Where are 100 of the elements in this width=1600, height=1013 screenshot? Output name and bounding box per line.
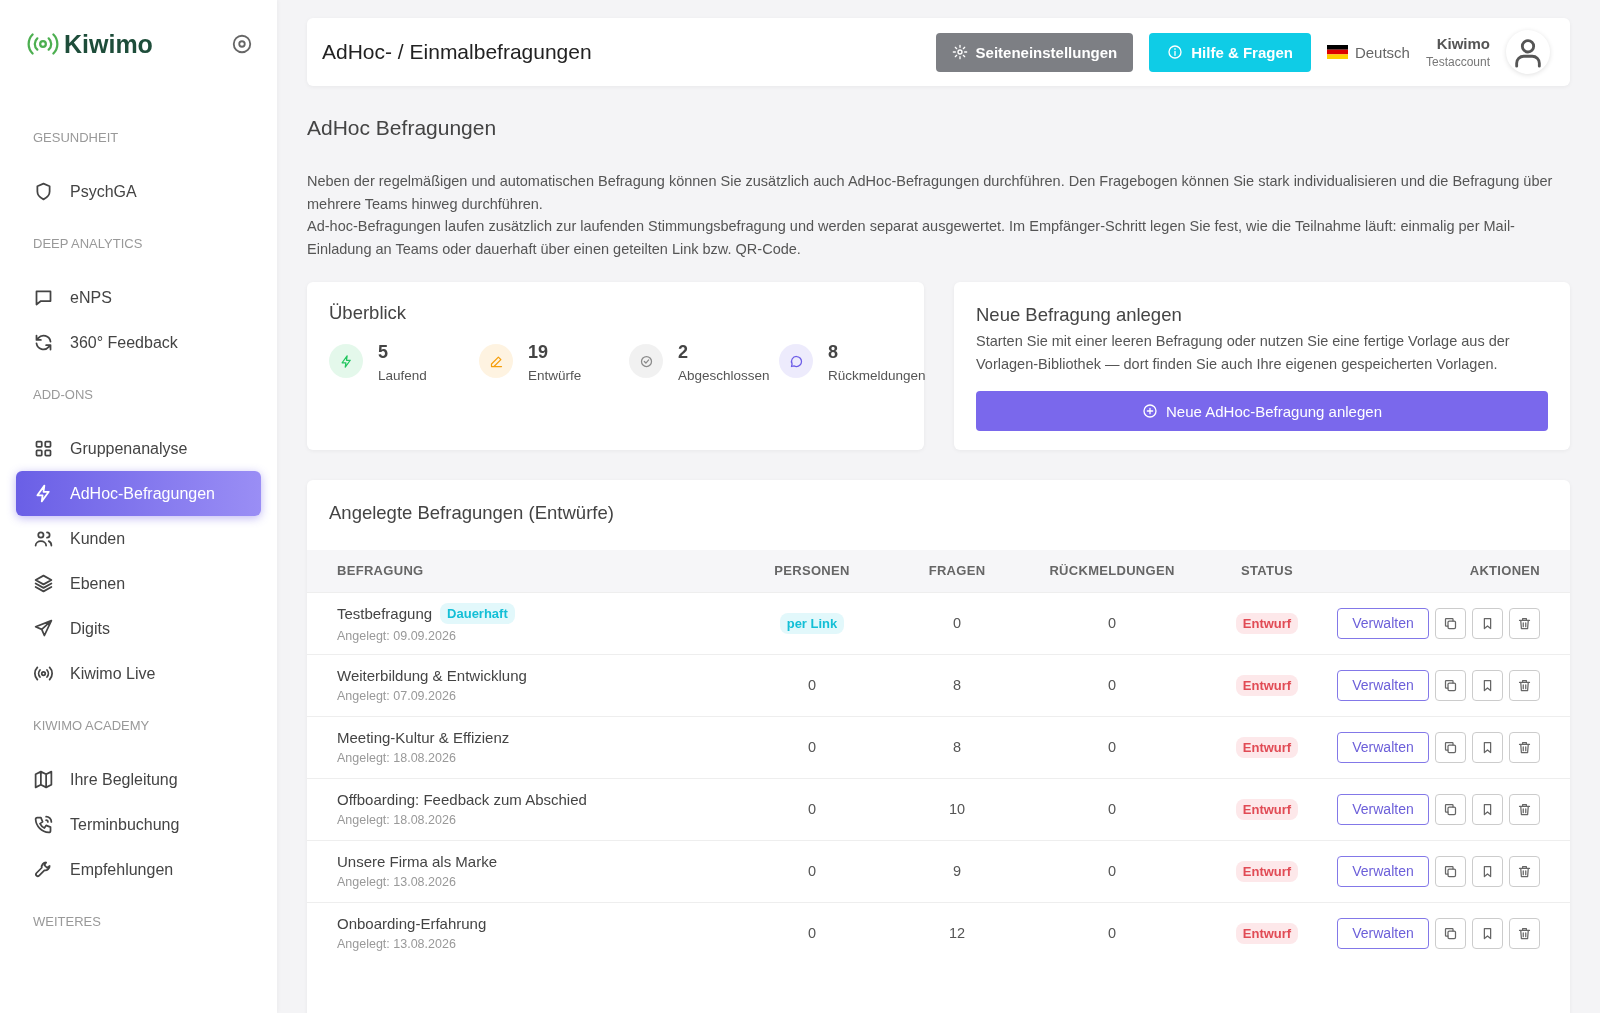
card-title: Neue Befragung anlegen <box>976 304 1183 326</box>
copy-button[interactable] <box>1435 731 1466 763</box>
copy-button[interactable] <box>1435 855 1466 887</box>
nav-item[interactable]: Ihre Begleitung <box>16 757 261 802</box>
section-title: AdHoc Befragungen <box>307 116 498 140</box>
table-cell: 8 <box>952 677 962 693</box>
bookmark-button[interactable] <box>1472 917 1503 949</box>
bookmark-button[interactable] <box>1472 731 1503 763</box>
manage-button[interactable]: Verwalten <box>1337 731 1429 763</box>
nav-item[interactable]: 360° Feedback <box>16 320 261 365</box>
trash-button[interactable] <box>1509 855 1540 887</box>
created-date: Angelegt: 13.08.2026 <box>337 937 457 952</box>
nav-item[interactable]: eNPS <box>16 275 261 320</box>
survey-name[interactable]: Unsere Firma als Marke <box>337 853 498 870</box>
trash-icon <box>1517 677 1532 693</box>
trash-button[interactable] <box>1509 793 1540 825</box>
map-icon <box>33 769 54 790</box>
table-cell: 0 <box>807 925 817 942</box>
table-cell: 0 <box>807 863 817 879</box>
table-cell: 9 <box>952 863 962 879</box>
stat-value: 2 <box>678 342 689 363</box>
section-heading: KIWIMO ACADEMY <box>32 718 151 733</box>
created-date: Angelegt: 18.08.2026 <box>337 813 457 827</box>
copy-icon <box>1443 863 1458 879</box>
nav-item[interactable]: Kiwimo Live <box>16 651 261 696</box>
column-header: PERSONEN <box>727 550 897 592</box>
manage-button[interactable]: Verwalten <box>1337 855 1429 887</box>
trash-button[interactable] <box>1509 917 1540 949</box>
logo: Kiwimo <box>26 29 153 59</box>
create-survey-button[interactable]: Neue AdHoc-Befragung anlegen <box>976 391 1548 431</box>
tag: Dauerhaft <box>440 603 515 624</box>
table-cell: 10 <box>948 801 966 817</box>
table-cell: 0 <box>1107 615 1117 631</box>
table-cell: 0 <box>807 739 817 755</box>
trash-icon <box>1517 801 1532 817</box>
nav-item[interactable]: Ebenen <box>16 561 261 606</box>
account-name: Testaccount <box>1425 55 1490 69</box>
copy-button[interactable] <box>1435 607 1466 639</box>
bookmark-button[interactable] <box>1472 855 1503 887</box>
nav-item[interactable]: Empfehlungen <box>16 847 261 892</box>
table-cell: 0 <box>1107 739 1117 755</box>
bookmark-button[interactable] <box>1472 793 1503 825</box>
table-cell: 0 <box>807 801 817 817</box>
nav-item[interactable]: Digits <box>16 606 261 651</box>
table-cell: 12 <box>948 925 966 942</box>
trash-button[interactable] <box>1509 731 1540 763</box>
created-date: Angelegt: 18.08.2026 <box>337 751 457 765</box>
stat-value: 19 <box>528 342 550 363</box>
survey-name[interactable]: Testbefragung <box>337 605 433 622</box>
created-date: Angelegt: 13.08.2026 <box>337 875 457 889</box>
manage-button[interactable]: Verwalten <box>1337 917 1429 949</box>
copy-icon <box>1443 615 1458 631</box>
stat-label: Entwürfe <box>528 368 582 383</box>
bookmark-button[interactable] <box>1472 607 1503 639</box>
persons-badge: per Link <box>779 612 845 634</box>
broadcast-icon <box>33 663 54 684</box>
column-header: RÜCKMELDUNGEN <box>1017 550 1207 592</box>
copy-button[interactable] <box>1435 917 1466 949</box>
language-selector[interactable]: Deutsch <box>1326 43 1410 61</box>
copy-button[interactable] <box>1435 669 1466 701</box>
survey-name[interactable]: Meeting-Kultur & Effizienz <box>337 729 510 746</box>
survey-name[interactable]: Onboarding-Erfahrung <box>337 915 487 933</box>
nav-item[interactable]: Terminbuchung <box>16 802 261 847</box>
status-badge: Entwurf <box>1235 736 1299 758</box>
stat-label: Rückmeldungen <box>828 368 926 383</box>
refresh-icon <box>33 332 54 353</box>
gear-icon <box>951 44 968 60</box>
pencil-icon <box>488 353 504 369</box>
nav-item[interactable]: AdHoc-Befragungen <box>16 471 261 516</box>
nav-item[interactable]: PsychGA <box>16 169 261 214</box>
survey-name[interactable]: Weiterbildung & Entwicklung <box>337 667 527 684</box>
trash-button[interactable] <box>1509 607 1540 639</box>
column-header: STATUS <box>1207 550 1327 592</box>
copy-icon <box>1443 925 1458 941</box>
trash-button[interactable] <box>1509 669 1540 701</box>
trash-icon <box>1517 925 1532 941</box>
copy-button[interactable] <box>1435 793 1466 825</box>
phone-icon <box>33 814 54 835</box>
section-heading: GESUNDHEIT <box>32 130 120 145</box>
stat-label: Abgeschlossen <box>678 368 770 383</box>
table-cell: 0 <box>1107 863 1117 879</box>
survey-name[interactable]: Offboarding: Feedback zum Abschied <box>337 791 587 808</box>
table-cell: 0 <box>1107 801 1117 817</box>
grid-icon <box>33 438 54 459</box>
copy-icon <box>1443 677 1458 693</box>
settings-button[interactable]: Seiteneinstellungen <box>935 32 1134 72</box>
intro-text: Ad-hoc-Befragungen laufen zusätzlich zur laufenden Stimmungsbefragung und werden separat ausgewertet. Im Empfänger-Schritt legen Sie fest, wie die Teilnahme läuft: einmalig per Mail-Einladung an Teams oder dauerhaft über einen geteilten Link bzw. QR-Code. <box>307 217 1516 259</box>
nav-item[interactable]: Gruppenanalyse <box>16 426 261 471</box>
bookmark-button[interactable] <box>1472 669 1503 701</box>
section-heading: WEITERES <box>32 914 102 929</box>
status-badge: Entwurf <box>1235 798 1299 820</box>
copy-icon <box>1443 739 1458 755</box>
collapse-icon[interactable] <box>231 33 253 55</box>
manage-button[interactable]: Verwalten <box>1337 669 1429 701</box>
nav-item[interactable]: Kunden <box>16 516 261 561</box>
paper-plane-icon <box>33 618 54 639</box>
manage-button[interactable]: Verwalten <box>1337 607 1429 639</box>
avatar[interactable] <box>1506 30 1550 74</box>
manage-button[interactable]: Verwalten <box>1337 793 1429 825</box>
table-cell: 8 <box>952 739 962 755</box>
